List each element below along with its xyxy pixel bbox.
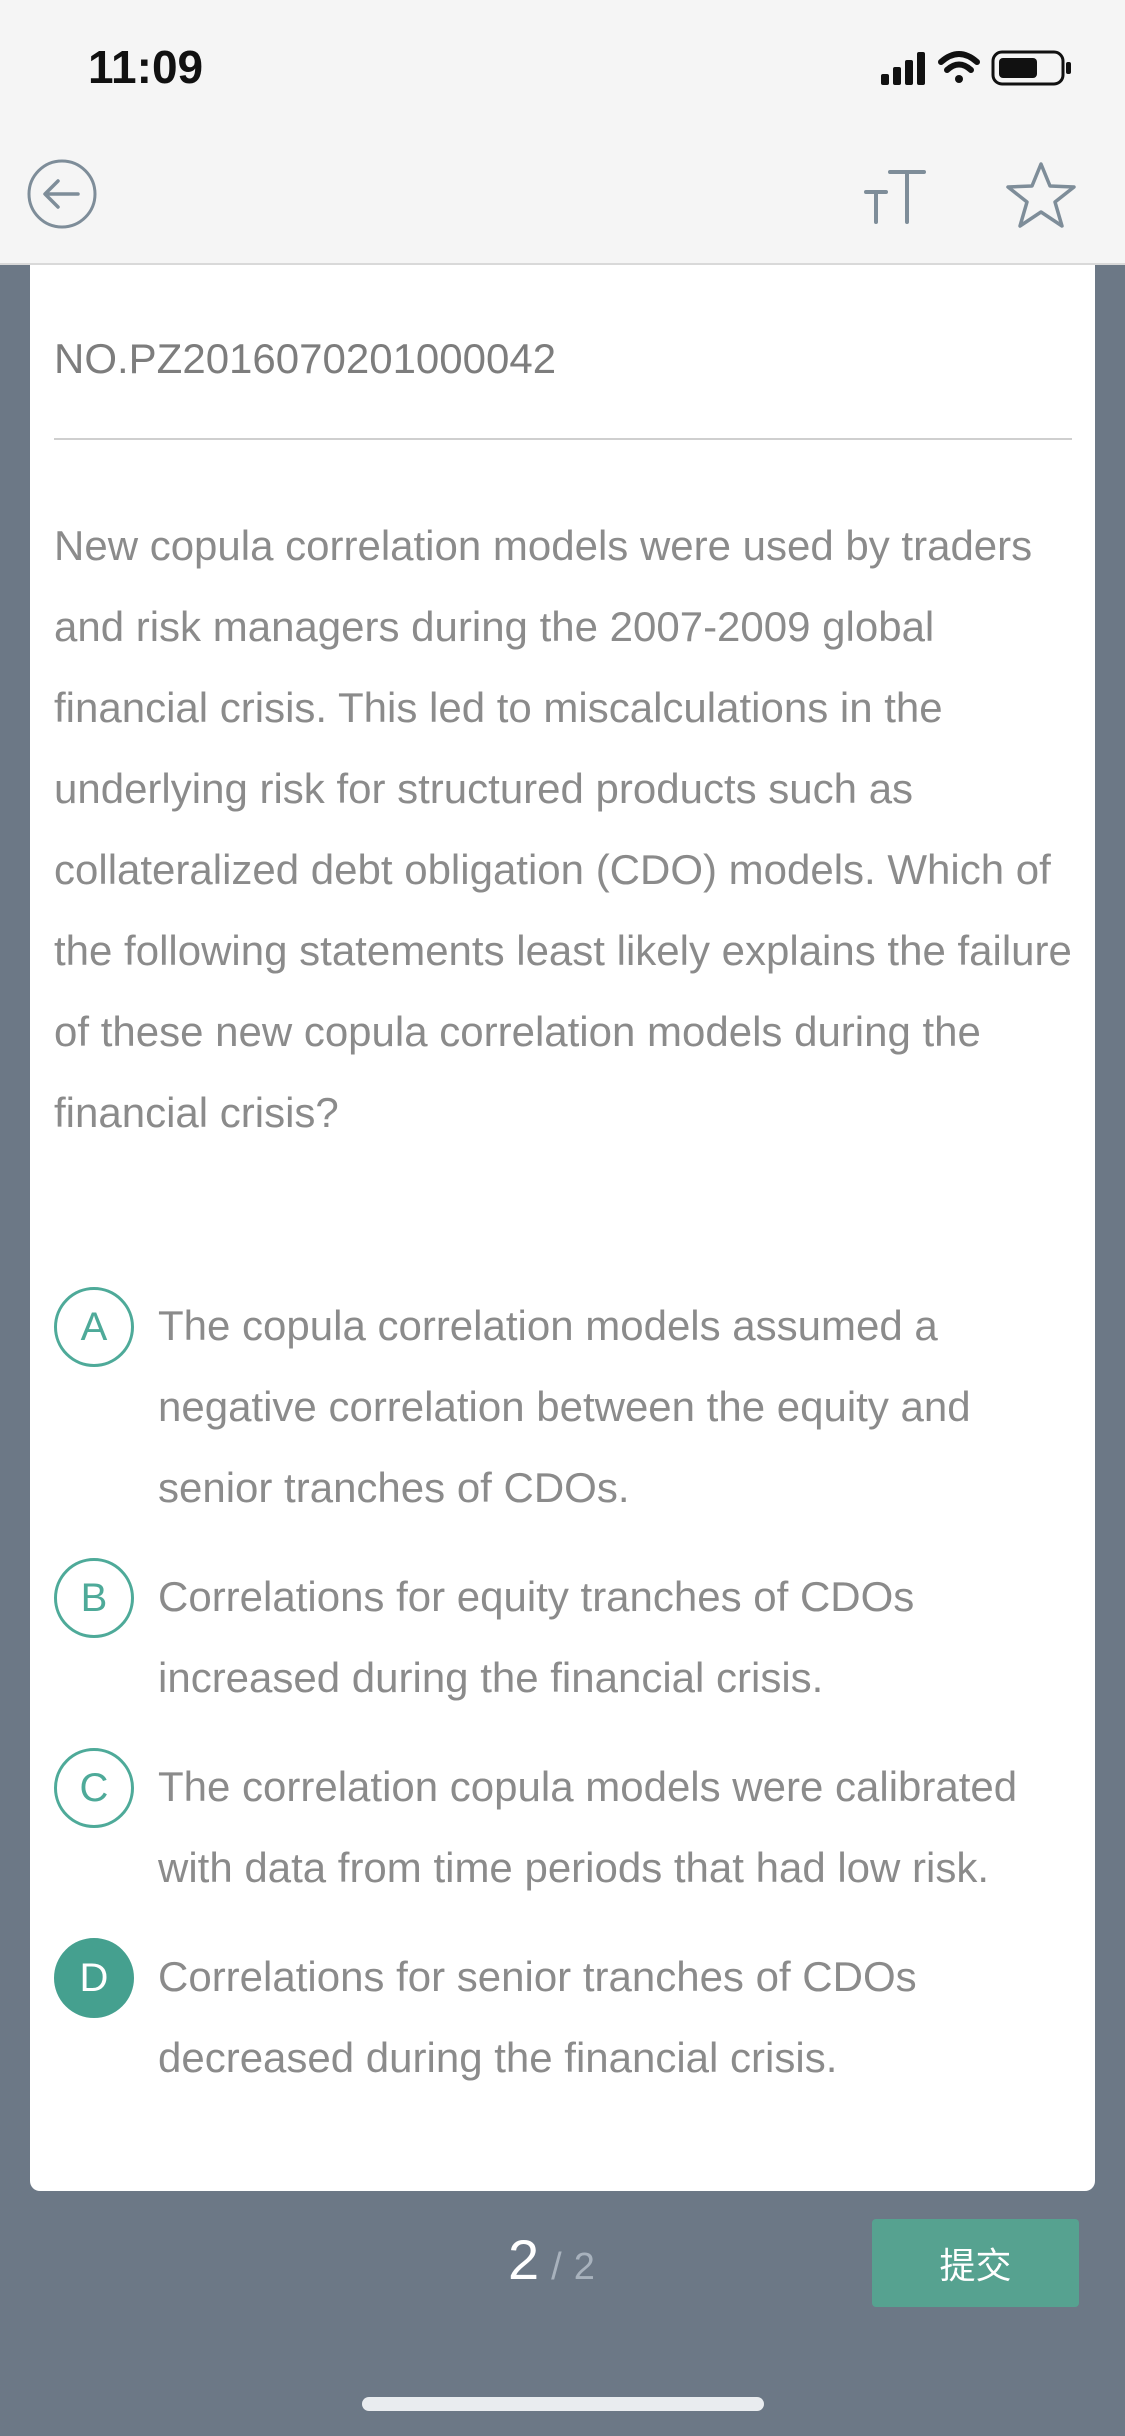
home-indicator[interactable] [362, 2397, 764, 2411]
page-current: 2 [508, 2228, 540, 2291]
answer-options: A The copula correlation models assumed … [54, 1287, 1084, 2128]
star-outline-icon [1006, 162, 1076, 228]
option-letter[interactable]: B [54, 1558, 134, 1638]
page-separator: / [551, 2246, 562, 2288]
status-bar: 11:09 [0, 0, 1125, 140]
cellular-signal-icon [881, 52, 925, 85]
option-text[interactable]: Correlations for senior tranches of CDOs… [158, 1936, 1084, 2098]
page-total: 2 [573, 2246, 595, 2288]
battery-icon [991, 50, 1071, 86]
option-b[interactable]: B Correlations for equity tranches of CD… [54, 1558, 1084, 1718]
option-text[interactable]: The copula correlation models assumed a … [158, 1285, 1084, 1528]
back-arrow-circle-icon [27, 159, 97, 229]
option-d[interactable]: D Correlations for senior tranches of CD… [54, 1938, 1084, 2098]
option-letter[interactable]: A [54, 1287, 134, 1367]
divider [54, 438, 1072, 440]
back-button[interactable] [26, 158, 98, 230]
question-number: NO.PZ2016070201000042 [54, 335, 557, 382]
option-text[interactable]: Correlations for equity tranches of CDOs… [158, 1556, 1084, 1718]
option-letter[interactable]: C [54, 1748, 134, 1828]
option-letter-selected[interactable]: D [54, 1938, 134, 2018]
font-size-button[interactable] [860, 162, 932, 234]
question-card: NO.PZ2016070201000042 New copula correla… [30, 265, 1095, 2191]
option-a[interactable]: A The copula correlation models assumed … [54, 1287, 1084, 1528]
status-icons [881, 48, 1081, 88]
wifi-icon [938, 51, 980, 83]
page-indicator: 2 / 2 [508, 2227, 595, 2292]
top-bar: 11:09 [0, 0, 1125, 265]
option-c[interactable]: C The correlation copula models were cal… [54, 1748, 1084, 1908]
favorite-button[interactable] [1003, 158, 1079, 234]
text-size-icon [864, 170, 926, 224]
status-time: 11:09 [88, 41, 204, 93]
submit-button[interactable]: 提交 [872, 2219, 1079, 2307]
option-text[interactable]: The correlation copula models were calib… [158, 1746, 1084, 1908]
nav-bar [0, 140, 1125, 265]
question-text: New copula correlation models were used … [54, 522, 1072, 1136]
